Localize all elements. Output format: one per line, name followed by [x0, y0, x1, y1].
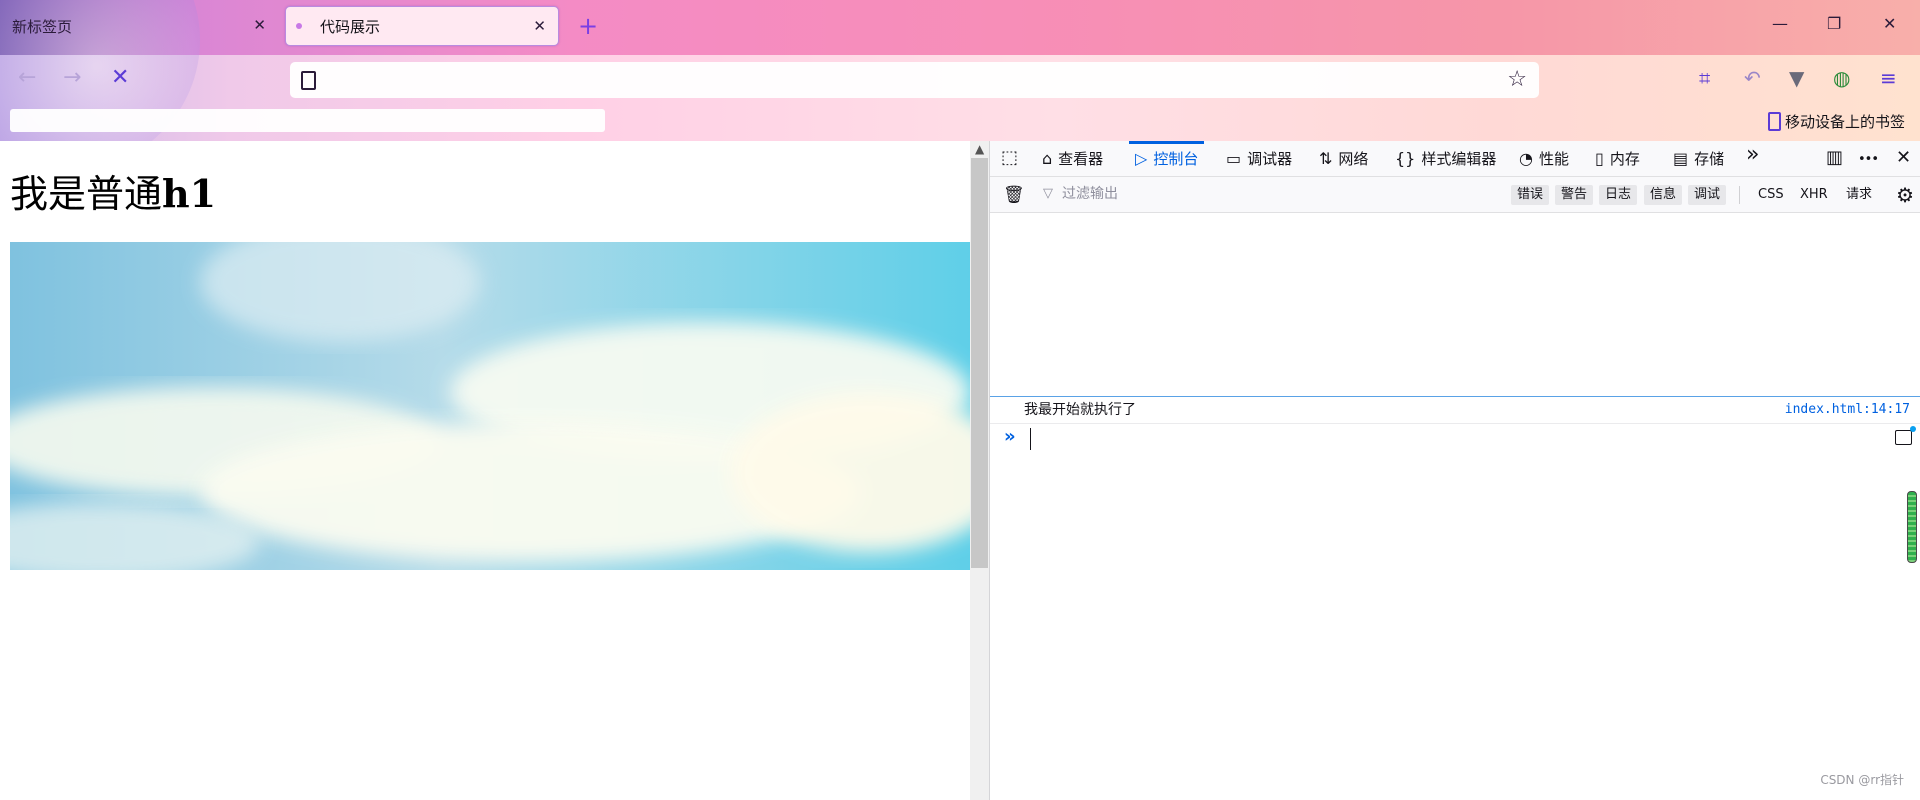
- console-message-text: 我最开始就执行了: [1024, 402, 1136, 418]
- filter-xhr-button[interactable]: XHR: [1800, 185, 1828, 205]
- globe-extension-icon[interactable]: ◍: [1833, 66, 1850, 90]
- window-close-icon[interactable]: ✕: [1883, 14, 1896, 33]
- filter-errors-button[interactable]: 错误: [1511, 185, 1550, 205]
- devtools-panel: ⬚ ⌂ 查看器 ▷ 控制台 ▭ 调试器 ⇅ 网络 {} 样式编辑器 ◔ 性能 ▯…: [990, 141, 1920, 800]
- tab-close-icon[interactable]: ✕: [253, 17, 266, 33]
- tab-label: 样式编辑器: [1421, 150, 1497, 168]
- undo-icon[interactable]: ↶: [1744, 66, 1761, 90]
- network-icon: ⇅: [1319, 149, 1333, 168]
- tab-performance[interactable]: ◔ 性能: [1519, 141, 1569, 176]
- filter-css-button[interactable]: CSS: [1758, 185, 1784, 205]
- side-meter-indicator: [1907, 491, 1917, 563]
- tab-inspector[interactable]: ⌂ 查看器: [1042, 141, 1103, 176]
- more-tools-icon[interactable]: »: [1746, 144, 1759, 166]
- multiline-editor-icon[interactable]: [1895, 426, 1916, 445]
- tab-label: 存储: [1694, 150, 1725, 168]
- storage-icon: ▤: [1673, 149, 1689, 168]
- devtools-toolbar: ⬚ ⌂ 查看器 ▷ 控制台 ▭ 调试器 ⇅ 网络 {} 样式编辑器 ◔ 性能 ▯…: [990, 141, 1920, 177]
- element-picker-icon[interactable]: ⬚: [1001, 148, 1018, 168]
- tab-title: 新标签页: [12, 17, 73, 36]
- filter-info-button[interactable]: 信息: [1644, 185, 1683, 205]
- browser-chrome: 新标签页 ✕ 代码展示 ✕ + — ❐ ✕ ← → ✕ ☆ ⌗ ↶ ▼ ◍ ≡ …: [0, 0, 1920, 141]
- tab-label: 查看器: [1058, 150, 1104, 168]
- new-tab-button[interactable]: +: [578, 12, 598, 40]
- watermark: CSDN @rr指针: [1820, 773, 1904, 787]
- console-output: [990, 213, 1920, 800]
- console-input[interactable]: [1030, 428, 1871, 450]
- forward-icon[interactable]: →: [63, 66, 81, 90]
- stop-loading-icon[interactable]: ✕: [111, 66, 129, 90]
- memory-icon: ▯: [1595, 149, 1604, 168]
- performance-icon: ◔: [1519, 149, 1533, 168]
- devtools-menu-icon[interactable]: •••: [1858, 150, 1879, 170]
- vue-devtools-icon[interactable]: ▼: [1789, 66, 1804, 90]
- tab-code-display[interactable]: 代码展示 ✕: [285, 6, 559, 46]
- toolbar-separator: [1739, 186, 1740, 204]
- filter-output-input[interactable]: [1062, 183, 1462, 205]
- tab-memory[interactable]: ▯ 内存: [1595, 141, 1640, 176]
- tab-close-icon[interactable]: ✕: [533, 18, 546, 34]
- clear-console-icon[interactable]: 🗑: [1003, 185, 1025, 205]
- tab-title: 代码展示: [320, 17, 381, 36]
- mobile-device-icon: [1767, 112, 1781, 131]
- filter-requests-button[interactable]: 请求: [1846, 185, 1872, 205]
- style-editor-icon: {}: [1395, 149, 1416, 168]
- console-prompt-icon: »: [1004, 426, 1016, 447]
- inspector-icon: ⌂: [1042, 149, 1053, 168]
- minimize-icon[interactable]: —: [1772, 14, 1788, 33]
- debugger-icon: ▭: [1226, 149, 1242, 168]
- mobile-bookmarks-label: 移动设备上的书签: [1784, 113, 1905, 131]
- tab-label: 调试器: [1247, 150, 1293, 168]
- scroll-up-icon[interactable]: ▲: [975, 142, 984, 156]
- back-icon[interactable]: ←: [18, 66, 36, 90]
- page-heading: 我是普通h1: [10, 171, 217, 216]
- console-input-row[interactable]: »: [990, 424, 1920, 454]
- filter-logs-button[interactable]: 日志: [1599, 185, 1638, 205]
- tab-label: 内存: [1609, 150, 1640, 168]
- tab-label: 性能: [1538, 150, 1569, 168]
- filter-warnings-button[interactable]: 警告: [1555, 185, 1594, 205]
- app-menu-icon[interactable]: ≡: [1880, 66, 1897, 90]
- filter-debug-button[interactable]: 调试: [1688, 185, 1727, 205]
- tab-new-tab[interactable]: 新标签页 ✕: [0, 6, 278, 46]
- page-viewport: 我是普通h1 ▲: [0, 141, 990, 800]
- tab-style-editor[interactable]: {} 样式编辑器: [1395, 141, 1496, 176]
- tab-network[interactable]: ⇅ 网络: [1319, 141, 1368, 176]
- tab-console[interactable]: ▷ 控制台: [1128, 141, 1205, 176]
- tab-debugger[interactable]: ▭ 调试器: [1226, 141, 1292, 176]
- console-settings-gear-icon[interactable]: ⚙: [1896, 183, 1914, 207]
- sky-clouds-illustration: [10, 242, 970, 570]
- sky-image: [10, 242, 970, 570]
- console-message-location-link[interactable]: index.html:14:17: [1785, 397, 1910, 423]
- tab-favicon-icon: [296, 23, 302, 29]
- filter-icon: ▽: [1043, 186, 1053, 201]
- tab-label: 网络: [1338, 150, 1369, 168]
- page-icon: [301, 71, 316, 90]
- console-message[interactable]: 我最开始就执行了 index.html:14:17: [990, 397, 1920, 424]
- console-filter-bar: 🗑 ▽ 错误 警告 日志 信息 调试 CSS XHR 请求 ⚙: [990, 177, 1920, 213]
- restore-icon[interactable]: ❐: [1827, 14, 1841, 33]
- bookmarks-toolbar-area: [10, 109, 605, 132]
- url-bar[interactable]: ☆: [290, 62, 1539, 98]
- mobile-bookmarks-folder[interactable]: 移动设备上的书签: [1767, 111, 1905, 132]
- crop-icon[interactable]: ⌗: [1699, 66, 1710, 90]
- close-devtools-icon[interactable]: ✕: [1896, 148, 1911, 168]
- page-scrollbar-thumb[interactable]: [971, 158, 988, 568]
- console-icon: ▷: [1135, 149, 1148, 168]
- bookmark-star-icon[interactable]: ☆: [1507, 68, 1527, 92]
- tab-label: 控制台: [1153, 150, 1199, 168]
- tab-storage[interactable]: ▤ 存储: [1673, 141, 1724, 176]
- dock-side-icon[interactable]: ▥: [1826, 148, 1843, 168]
